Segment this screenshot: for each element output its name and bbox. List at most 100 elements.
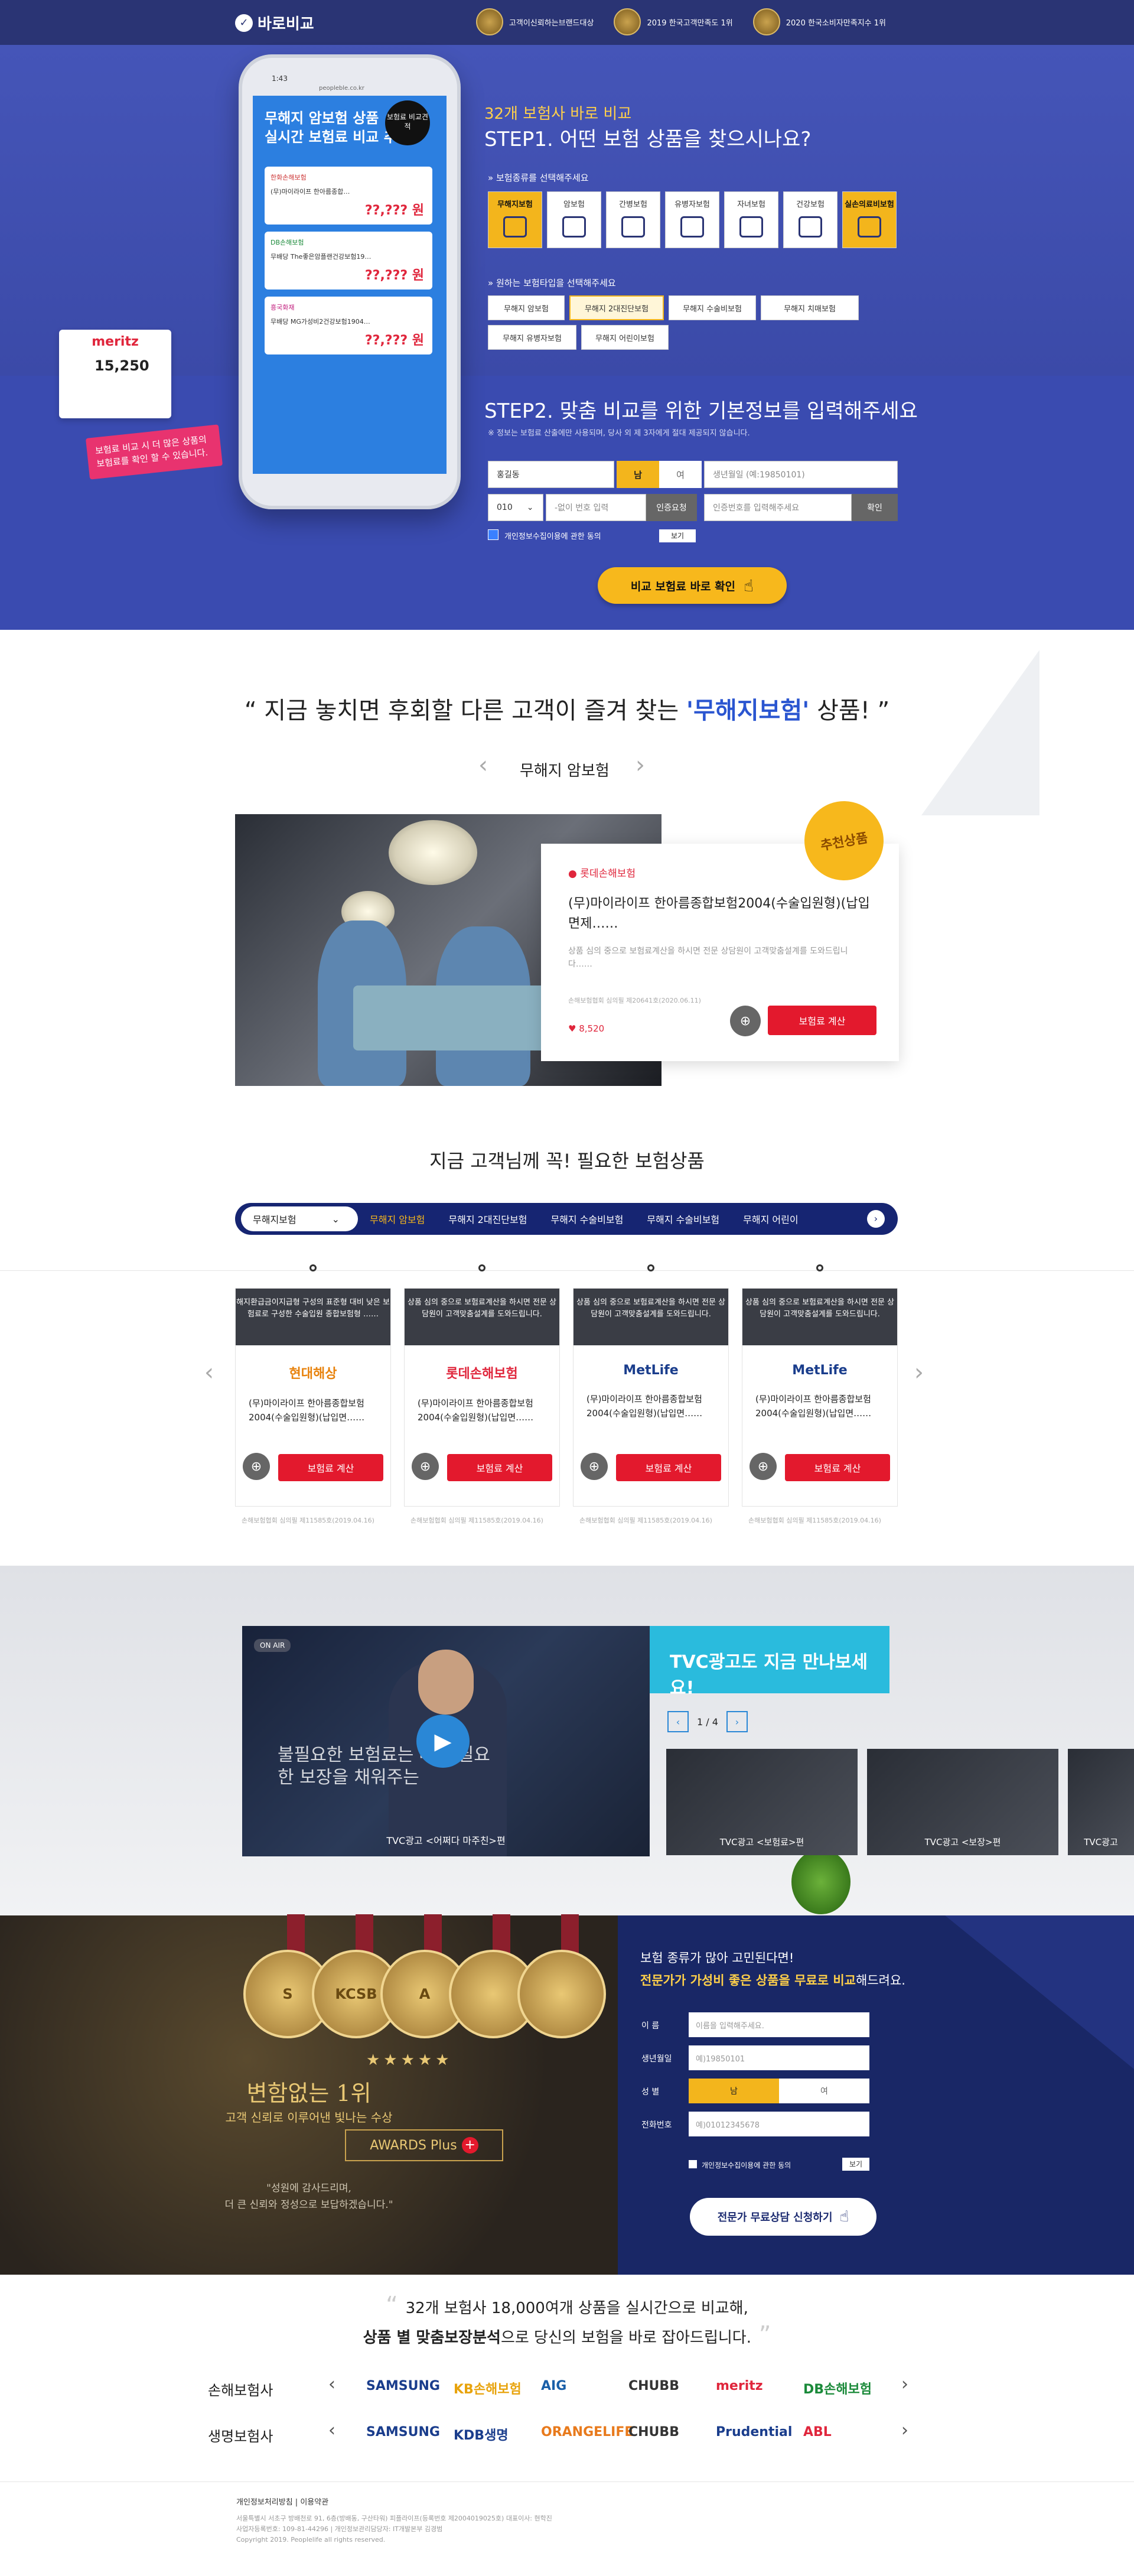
insurance-type-icon [562,216,586,238]
chevron-right-icon[interactable]: › [914,1359,924,1386]
featured-title: “ 지금 놓치면 후회할 다른 고객이 즐겨 찾는 '무해지보험' 상품! ” [244,697,890,724]
chevron-left-icon[interactable]: ‹ [328,2420,335,2441]
tab-item[interactable]: 무해지 2대진단보험 [436,1212,539,1226]
agree-view-button[interactable]: 보기 [659,529,696,542]
insurance-subtype-button[interactable]: 무해지 어린이보험 [581,325,669,350]
name-field[interactable]: 홍길동 [488,461,614,488]
hand-pointer-icon: ☝ [839,2208,849,2226]
calc-premium-button[interactable]: 보험료 계산 [616,1454,721,1481]
partner-logo[interactable]: DB손해보험 [803,2379,872,2398]
partner-logo[interactable]: meritz [716,2379,763,2393]
product-card-header: 상품 심의 중으로 보험료계산을 하시면 전문 상담원이 고객맞춤설계를 도와드… [742,1289,897,1345]
chevron-left-icon[interactable]: ‹ [478,752,488,779]
insurance-type-icon [799,216,822,238]
on-air-badge: ON AIR [254,1639,291,1652]
insurance-type-button[interactable]: 암보험 [547,191,601,248]
play-icon[interactable]: ▶ [416,1715,470,1768]
insurance-type-icon [621,216,645,238]
partner-logo[interactable]: Prudential [716,2425,792,2440]
plus-icon: + [461,2137,478,2154]
chevron-right-icon[interactable]: › [901,2420,908,2441]
step1-title: STEP1. 어떤 보험 상품을 찾으시나요? [484,128,812,151]
partner-logo[interactable]: ORANGELIFE [541,2425,633,2440]
tvc-pager: ‹ 1 / 4 › [667,1711,748,1732]
phone-field[interactable]: -없이 번호 입력 [546,494,646,521]
tvc-thumbnail[interactable]: TVC광고 <보험료>편 [666,1749,858,1855]
zoom-icon[interactable]: ⊕ [581,1453,608,1480]
birth-field[interactable]: 생년월일 (예:19850101) [704,461,898,488]
consult-agree-view-button[interactable]: 보기 [842,2158,869,2171]
partner-logo[interactable]: CHUBB [628,2379,679,2393]
zoom-icon[interactable]: ⊕ [750,1453,777,1480]
plant-decoration [791,1849,850,1914]
phone-prefix-select[interactable]: 010 ⌄ [488,494,543,521]
category-select[interactable]: 무해지보험 ⌄ [241,1206,358,1231]
consult-birth-field[interactable]: 예)19850101 [689,2045,869,2070]
calc-premium-button[interactable]: 보험료 계산 [447,1454,552,1481]
zoom-icon[interactable]: ⊕ [243,1453,270,1480]
tab-item[interactable]: 무해지 암보험 [358,1212,436,1226]
partner-logo[interactable]: KDB생명 [454,2425,509,2444]
auth-code-field[interactable]: 인증번호를 입력해주세요 [704,494,852,521]
partner-logo[interactable]: KB손해보험 [454,2379,522,2398]
chevron-left-icon[interactable]: ‹ [204,1359,214,1386]
insurance-type-button[interactable]: 자녀보험 [724,191,778,248]
chevron-right-icon[interactable]: › [867,1210,885,1228]
partner-logo[interactable]: SAMSUNG [366,2425,440,2440]
video-player[interactable]: ON AIR 불필요한 보험료는 빼고 필요한 보장을 채워주는 ▶ TVC광고… [242,1626,650,1856]
insurance-type-button[interactable]: 유병자보험 [665,191,719,248]
carousel-dot [816,1264,823,1271]
zoom-icon[interactable]: ⊕ [730,1006,761,1036]
insurance-subtype-button[interactable]: 무해지 치매보험 [761,295,859,320]
partner-logo[interactable]: ABL [803,2425,832,2440]
consult-cta-button[interactable]: 전문가 무료상담 신청하기 ☝ [690,2198,876,2236]
tvc-thumbnail[interactable]: TVC광고 <보장>편 [867,1749,1058,1855]
product-card-header: 해지환급금이지급형 구성의 표준형 대비 낮은 보험료로 구성한 수술입원 종합… [236,1289,390,1345]
agree-checkbox[interactable] [488,529,498,540]
gender-female-button[interactable]: 여 [659,461,702,488]
partner-logo[interactable]: CHUBB [628,2425,679,2440]
insurance-type-button[interactable]: 간병보험 [606,191,660,248]
like-count[interactable]: ♥ 8,520 [568,1023,604,1034]
company-logo: 롯데손해보험 [446,1367,518,1381]
footer-links[interactable]: 개인정보처리방침 | 이용약관 [236,2496,328,2507]
partner-logo[interactable]: SAMSUNG [366,2379,440,2393]
calc-premium-button[interactable]: 보험료 계산 [768,1006,876,1035]
compare-cta-button[interactable]: 비교 보험료 바로 확인 ☝ [598,567,787,604]
tab-item[interactable]: 무해지 어린이 [731,1212,810,1226]
gender-female-button[interactable]: 여 [779,2079,869,2103]
tvc-thumbnail[interactable]: TVC광고 [1068,1749,1134,1855]
insurance-type-icon [680,216,704,238]
insurance-subtype-button[interactable]: 무해지 암보험 [488,295,565,320]
partner-logo[interactable]: AIG [541,2379,566,2393]
insurance-subtype-button[interactable]: 무해지 수술비보험 [669,295,756,320]
insurance-type-button[interactable]: 실손의료비보험 [842,191,897,248]
chevron-right-icon[interactable]: › [636,752,645,779]
chevron-right-icon[interactable]: › [726,1711,748,1732]
consult-name-field[interactable]: 이름을 입력해주세요. [689,2012,869,2037]
compare-badge: 보험료 비교견적 [385,100,430,145]
consult-agree-checkbox[interactable] [689,2160,697,2168]
insurance-type-button[interactable]: 건강보험 [783,191,838,248]
gender-male-button[interactable]: 남 [617,461,659,488]
type-label: 암보험 [563,200,585,209]
tab-item[interactable]: 무해지 수술비보험 [635,1212,731,1226]
gender-male-button[interactable]: 남 [689,2079,779,2103]
product-card: 상품 심의 중으로 보험료계산을 하시면 전문 상담원이 고객맞춤설계를 도와드… [573,1288,729,1524]
confirm-button[interactable]: 확인 [852,494,898,521]
insurance-subtype-button[interactable]: 무해지 2대진단보험 [569,295,664,320]
chevron-left-icon[interactable]: ‹ [328,2374,335,2395]
auth-request-button[interactable]: 인증요청 [646,494,697,521]
chevron-right-icon[interactable]: › [901,2374,908,2395]
calc-premium-button[interactable]: 보험료 계산 [785,1454,890,1481]
consult-phone-field[interactable]: 예)01012345678 [689,2112,869,2136]
insurance-subtype-button[interactable]: 무해지 유병자보험 [488,325,576,350]
tab-item[interactable]: 무해지 수술비보험 [539,1212,635,1226]
company-logo: MetLife [623,1363,679,1378]
insurance-type-button[interactable]: 무해지보험 [488,191,542,248]
awards-plus-button[interactable]: AWARDS Plus + [345,2129,503,2161]
calc-premium-button[interactable]: 보험료 계산 [278,1454,383,1481]
zoom-icon[interactable]: ⊕ [412,1453,439,1480]
logo[interactable]: ✓ 바로비교 [235,12,314,34]
chevron-left-icon[interactable]: ‹ [667,1711,689,1732]
